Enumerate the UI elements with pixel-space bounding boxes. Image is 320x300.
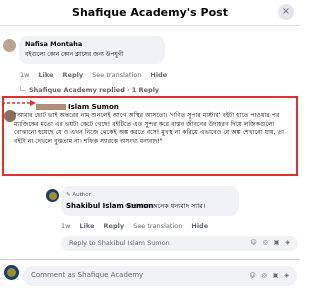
view-replies-label: Shafique Academy replied · 1 Reply: [29, 86, 160, 94]
post-title: Shafique Academy's Post: [72, 6, 228, 19]
close-icon[interactable]: ×: [278, 4, 294, 20]
reply-actions: 1w Like Reply See translation Hide: [61, 222, 215, 230]
reply-text: আপনাকে অনেক ধন্যবাদ স্যার।: [125, 202, 206, 210]
reply-connector-icon: [20, 86, 26, 91]
avatar[interactable]: [46, 189, 59, 202]
hide-button[interactable]: Hide: [191, 222, 208, 230]
reply-input-placeholder: Reply to Shakibul Islam Sumon: [69, 239, 170, 247]
see-translation-link[interactable]: See translation: [133, 222, 182, 230]
like-button[interactable]: Like: [80, 222, 95, 230]
see-translation-link[interactable]: See translation: [92, 71, 141, 79]
view-replies-link[interactable]: Shafique Academy replied · 1 Reply: [20, 86, 159, 94]
reply-button[interactable]: Reply: [104, 222, 125, 230]
author-badge: ✎ Author: [66, 192, 91, 198]
reply-input[interactable]: Reply to Shakibul Islam Sumon ☺ ◎ ▣ ◈: [61, 236, 298, 251]
comment-input[interactable]: Comment as Shafique Academy ☺ ◎ ▣ ◈: [23, 266, 297, 286]
avatar[interactable]: [4, 265, 19, 280]
emoji-icon[interactable]: ☺ ◎ ▣ ◈: [250, 272, 292, 279]
comment-actions: 1w Like Reply See translation Hide: [20, 71, 174, 79]
comment-input-placeholder: Comment as Shafique Academy: [31, 271, 144, 279]
avatar[interactable]: [3, 39, 16, 52]
comment-text: বইগুলো কোন কোন ক্লাসের জন্য উপযুগী: [25, 51, 124, 58]
reply-button[interactable]: Reply: [63, 71, 84, 79]
redacted-name-block: [36, 104, 66, 110]
hide-button[interactable]: Hide: [150, 71, 167, 79]
comment-author[interactable]: Nafisa Montaha: [25, 40, 82, 48]
emoji-icon[interactable]: ☺ ◎ ▣ ◈: [251, 239, 293, 246]
like-button[interactable]: Like: [39, 71, 54, 79]
reply-time[interactable]: 1w: [61, 222, 70, 230]
arrow-icon: [2, 100, 36, 106]
comment-time[interactable]: 1w: [20, 71, 29, 79]
reply-bubble: [61, 186, 239, 216]
highlighted-comment-author[interactable]: Islam Sumon: [36, 103, 119, 111]
post-header: Shafique Academy's Post ×: [0, 0, 300, 26]
divider: [0, 259, 300, 260]
highlighted-comment-text: "আমার ছোট ভাই অন্তরের নাম শুনলেই আগে অস্…: [14, 112, 284, 145]
